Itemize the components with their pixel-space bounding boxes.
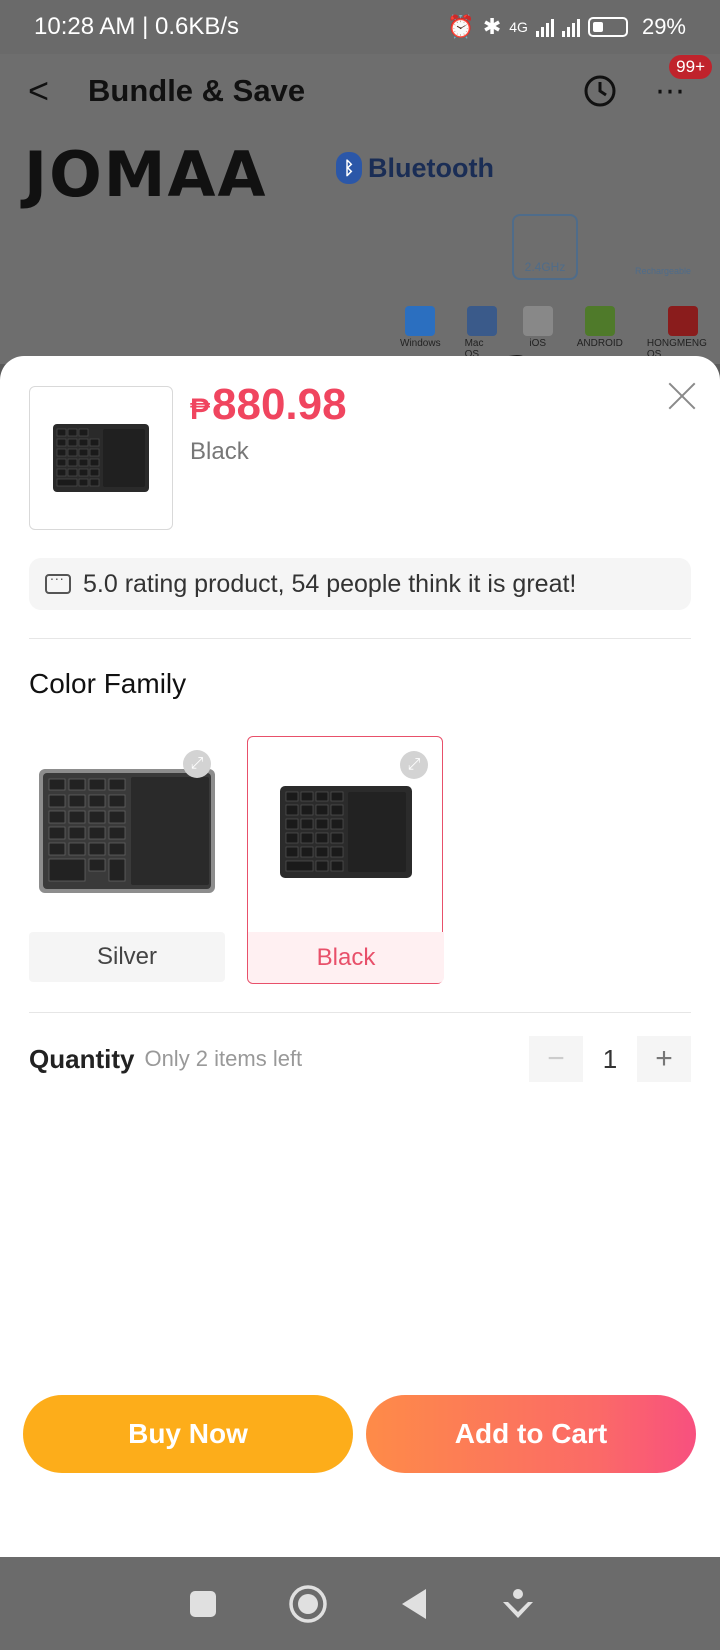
keyboard-thumbnail-image <box>53 424 149 492</box>
rating-text: 5.0 rating product, 54 people think it i… <box>83 569 577 598</box>
history-icon[interactable] <box>578 69 622 113</box>
product-thumbnail[interactable] <box>29 386 173 530</box>
product-price: ₱ 880.98 <box>190 380 347 430</box>
alarm-icon: ⏰ <box>447 14 475 39</box>
color-family-title: Color Family <box>29 668 187 699</box>
page-header: < Bundle & Save ⋯ 99+ <box>0 54 720 128</box>
currency-symbol: ₱ <box>190 393 211 426</box>
stock-note: Only 2 items left <box>144 1046 303 1071</box>
buy-now-button[interactable]: Buy Now <box>23 1395 353 1473</box>
windows-icon <box>405 306 436 336</box>
os-macos: Mac OS <box>465 306 499 360</box>
quantity-value: 1 <box>602 1043 618 1074</box>
brand-logo: JOMAA <box>24 138 268 211</box>
selected-variant-label: Black <box>190 438 249 465</box>
notification-badge: 99+ <box>669 55 712 79</box>
bluetooth-icon: ✱ <box>482 14 502 39</box>
close-icon[interactable] <box>664 378 700 414</box>
status-bar: 10:28 AM | 0.6KB/s ⏰ ✱ 4G 29% <box>0 0 720 54</box>
android-icon <box>584 306 615 336</box>
color-option-label: Black <box>248 932 444 983</box>
divider <box>29 1012 691 1013</box>
status-time: 10:28 AM | 0.6KB/s <box>34 13 240 40</box>
rating-banner: 5.0 rating product, 54 people think it i… <box>29 558 691 610</box>
signal-icon <box>535 17 554 37</box>
background-product-page: < Bundle & Save ⋯ 99+ JOMAA ᛒ Bluetooth … <box>0 54 720 364</box>
system-nav-bar <box>0 1557 720 1650</box>
increase-quantity-button[interactable]: + <box>637 1036 691 1082</box>
home-icon[interactable] <box>288 1584 328 1624</box>
add-to-cart-button[interactable]: Add to Cart <box>366 1395 696 1473</box>
more-options-icon[interactable]: ⋯ 99+ <box>648 55 712 113</box>
back-icon[interactable] <box>393 1584 433 1624</box>
wifi-label: 2.4GHz <box>524 260 566 274</box>
bluetooth-label: Bluetooth <box>368 152 494 183</box>
color-option-label: Silver <box>29 932 225 982</box>
back-arrow-icon[interactable]: < <box>28 70 88 112</box>
signal-icon-2 <box>561 17 580 37</box>
os-windows: Windows <box>400 306 441 360</box>
quantity-title: Quantity <box>29 1043 135 1074</box>
os-android: ANDROID <box>577 306 623 360</box>
assistant-icon[interactable] <box>498 1584 538 1624</box>
divider <box>29 638 691 639</box>
quantity-stepper: − 1 + <box>529 1036 691 1082</box>
os-ios: iOS <box>522 306 553 360</box>
os-hongmeng: HONGMENG OS <box>647 306 720 360</box>
macos-icon <box>466 306 497 336</box>
wifi-badge: 2.4GHz <box>512 214 578 280</box>
battery-percent: 29% <box>641 14 686 39</box>
product-banner: JOMAA ᛒ Bluetooth 2.4GHz Rechargeable Wi… <box>0 128 720 364</box>
network-type-label: 4G <box>509 19 528 35</box>
chat-bubble-icon <box>45 567 71 594</box>
decrease-quantity-button[interactable]: − <box>529 1036 583 1082</box>
price-value: 880.98 <box>212 380 347 429</box>
huawei-icon <box>668 306 699 336</box>
status-icons: ⏰ ✱ 4G 29% <box>447 14 686 40</box>
sku-selector-sheet: ₱ 880.98 Black 5.0 rating product, 54 pe… <box>0 356 720 1557</box>
expand-image-icon[interactable]: ⤢ <box>400 751 428 779</box>
color-option-silver[interactable]: ⤢ Silver <box>29 736 225 984</box>
bluetooth-logo-icon: ᛒ <box>336 152 362 184</box>
expand-image-icon[interactable]: ⤢ <box>183 750 211 778</box>
recent-apps-icon[interactable] <box>183 1584 223 1624</box>
page-title: Bundle & Save <box>88 73 306 108</box>
quantity-row: Quantity Only 2 items left − 1 + <box>29 1032 691 1086</box>
rechargeable-badge: Rechargeable <box>632 214 694 280</box>
bluetooth-badge: ᛒ Bluetooth <box>336 152 494 184</box>
rechargeable-label: Rechargeable <box>634 266 692 276</box>
color-option-black[interactable]: ⤢ Black <box>247 736 444 984</box>
ios-icon <box>522 306 553 336</box>
os-compatibility-row: Windows Mac OS iOS ANDROID HONGMENG OS <box>400 306 720 360</box>
battery-icon <box>587 17 628 37</box>
